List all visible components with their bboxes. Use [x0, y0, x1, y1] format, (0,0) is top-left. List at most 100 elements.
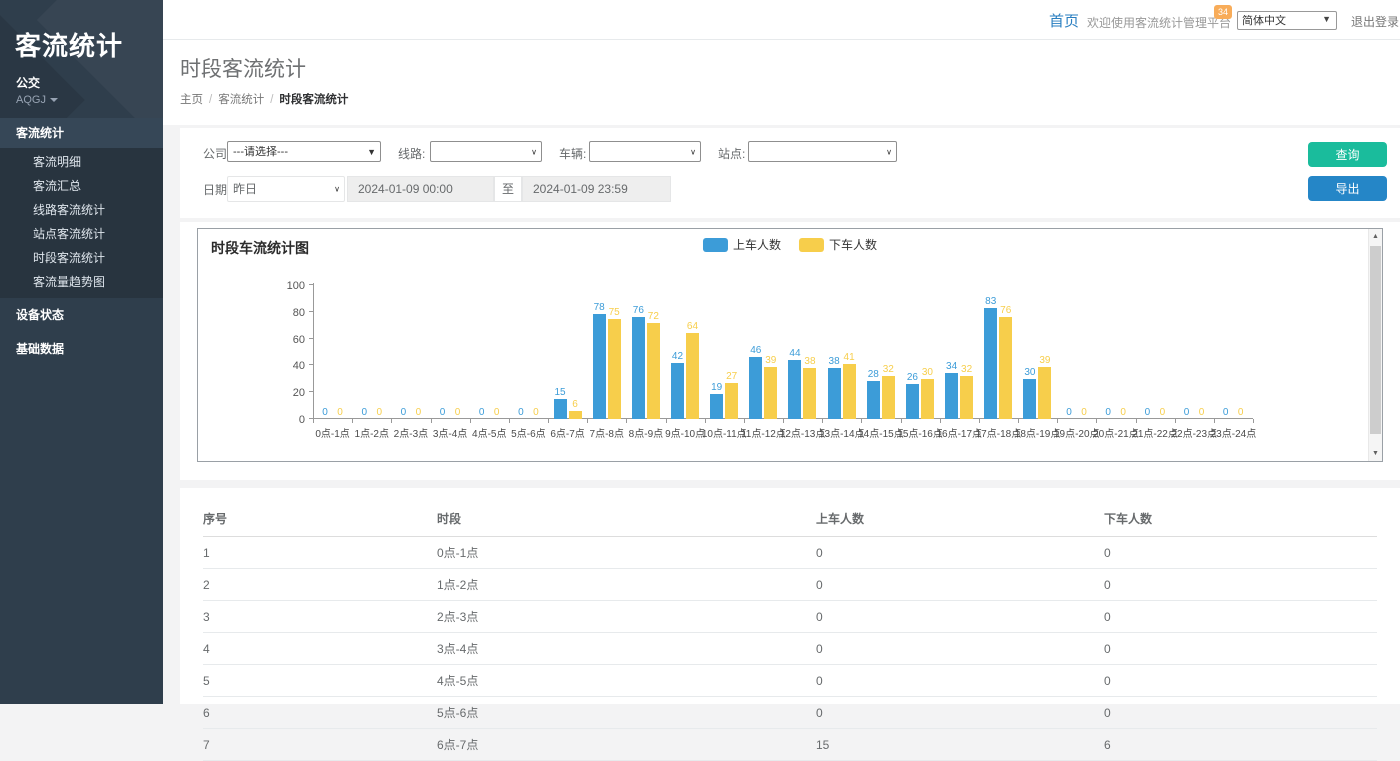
- language-select[interactable]: 简体中文: [1238, 12, 1336, 29]
- bar-value-label: 28: [868, 369, 879, 380]
- bar-group-20: 00: [1096, 279, 1135, 419]
- sidebar-section-2[interactable]: 基础数据: [0, 332, 163, 366]
- bar-value-label: 0: [1238, 407, 1244, 418]
- x-tick-mark: [861, 419, 862, 423]
- bar-value-label: 0: [1120, 407, 1126, 418]
- bar-value-label: 39: [1039, 355, 1050, 366]
- home-link[interactable]: 首页: [1049, 10, 1079, 31]
- table-row[interactable]: 65点-6点00: [203, 697, 1377, 729]
- line-select[interactable]: [431, 142, 541, 161]
- scrollbar-thumb[interactable]: [1370, 246, 1381, 434]
- bar: [749, 357, 762, 419]
- bar: [945, 373, 958, 419]
- company-select[interactable]: ---请选择---: [228, 142, 380, 161]
- x-tick-label: 7点-8点: [590, 425, 624, 440]
- bar-group-17: 8376: [979, 279, 1018, 419]
- table-row[interactable]: 76点-7点156: [203, 729, 1377, 761]
- bar-group-8: 7672: [626, 279, 665, 419]
- data-table: 序号时段上车人数下车人数 10点-1点0021点-2点0032点-3点0043点…: [203, 502, 1377, 761]
- bar: [882, 376, 895, 419]
- table-row[interactable]: 10点-1点00: [203, 537, 1377, 569]
- chart-bars: 0000000000001567875767242641927463944383…: [313, 279, 1253, 419]
- bar-group-10: 1927: [705, 279, 744, 419]
- x-tick-label: 1点-2点: [355, 425, 389, 440]
- sidebar-section-1[interactable]: 设备状态: [0, 298, 163, 332]
- bar-group-15: 2630: [900, 279, 939, 419]
- org-code-dropdown[interactable]: AQGJ: [0, 91, 163, 106]
- scroll-down-icon[interactable]: ▼: [1369, 446, 1382, 461]
- vehicle-select[interactable]: [590, 142, 700, 161]
- table-cell: 5点-6点: [437, 697, 816, 729]
- bar-group-5: 00: [509, 279, 548, 419]
- y-tick-mark: [309, 284, 313, 285]
- app-logo: 客流统计: [0, 0, 163, 63]
- table-cell: 0: [816, 697, 1104, 729]
- bar-group-21: 00: [1135, 279, 1174, 419]
- x-tick-mark: [901, 419, 902, 423]
- bar-value-label: 26: [907, 372, 918, 383]
- y-tick-mark: [309, 391, 313, 392]
- sidebar-submenu: 客流明细客流汇总线路客流统计站点客流统计时段客流统计客流量趋势图: [0, 148, 163, 298]
- bar-value-label: 38: [804, 356, 815, 367]
- breadcrumb-home[interactable]: 主页: [180, 94, 203, 106]
- legend-item[interactable]: 上车人数: [703, 236, 781, 253]
- station-select[interactable]: [749, 142, 896, 161]
- bar-group-12: 44 38: [783, 279, 822, 419]
- table-header-cell: 上车人数: [816, 502, 1104, 537]
- table-cell: 0: [1104, 569, 1377, 601]
- sidebar-subitem-0-0[interactable]: 客流明细: [0, 150, 163, 174]
- x-tick-mark: [1018, 419, 1019, 423]
- x-tick-mark: [509, 419, 510, 423]
- x-tick-label: 10点-11点: [702, 425, 747, 440]
- sidebar-subitem-0-5[interactable]: 客流量趋势图: [0, 270, 163, 294]
- chart-plot: 0000000000001567875767242641927463944383…: [313, 279, 1253, 419]
- table-row[interactable]: 54点-5点00: [203, 665, 1377, 697]
- bar-value-label: 41: [844, 352, 855, 363]
- date-preset-select[interactable]: 昨日: [228, 177, 344, 201]
- legend-swatch: [703, 238, 728, 252]
- y-tick-label: 80: [265, 307, 305, 319]
- date-to-label: 至: [494, 176, 522, 202]
- topbar: 首页 欢迎使用客流统计管理平台 34 简体中文 ▼ 退出登录: [163, 0, 1400, 40]
- logout-link[interactable]: 退出登录: [1351, 13, 1399, 30]
- table-header-cell: 时段: [437, 502, 816, 537]
- table-header-cell: 序号: [203, 502, 437, 537]
- bar-value-label: 44: [789, 348, 800, 359]
- y-tick-mark: [309, 338, 313, 339]
- x-tick-mark: [1096, 419, 1097, 423]
- table-cell: 0点-1点: [437, 537, 816, 569]
- table-row[interactable]: 21点-2点00: [203, 569, 1377, 601]
- chevron-down-icon: [50, 98, 58, 102]
- chart-scrollbar[interactable]: ▲ ▼: [1368, 229, 1382, 461]
- bar: [647, 323, 660, 419]
- table-cell: 3点-4点: [437, 633, 816, 665]
- breadcrumb-section[interactable]: 客流统计: [218, 94, 264, 106]
- sidebar-section-0[interactable]: 客流统计: [0, 118, 163, 148]
- sidebar-subitem-0-2[interactable]: 线路客流统计: [0, 198, 163, 222]
- search-button[interactable]: 查询: [1308, 142, 1387, 167]
- scroll-up-icon[interactable]: ▲: [1369, 229, 1382, 244]
- table-cell: 0: [1104, 665, 1377, 697]
- bar: [999, 317, 1012, 419]
- table-cell: 1: [203, 537, 437, 569]
- bar: [867, 381, 880, 419]
- x-tick-label: 2点-3点: [394, 425, 428, 440]
- bar-group-11: 4639: [744, 279, 783, 419]
- y-tick-mark: [309, 364, 313, 365]
- table-row[interactable]: 43点-4点00: [203, 633, 1377, 665]
- export-button[interactable]: 导出: [1308, 176, 1387, 201]
- bar: [843, 364, 856, 419]
- table-header-row: 序号时段上车人数下车人数: [203, 502, 1377, 537]
- bar-value-label: 0: [533, 407, 539, 418]
- bar-value-label: 32: [961, 364, 972, 375]
- x-tick-mark: [626, 419, 627, 423]
- sidebar-subitem-0-3[interactable]: 站点客流统计: [0, 222, 163, 246]
- x-tick-mark: [1175, 419, 1176, 423]
- date-to-input[interactable]: [522, 176, 671, 202]
- table-row[interactable]: 32点-3点00: [203, 601, 1377, 633]
- date-from-input[interactable]: [347, 176, 494, 202]
- bar-value-label: 76: [1000, 305, 1011, 316]
- sidebar-subitem-0-4[interactable]: 时段客流统计: [0, 246, 163, 270]
- legend-item[interactable]: 下车人数: [799, 236, 877, 253]
- sidebar-subitem-0-1[interactable]: 客流汇总: [0, 174, 163, 198]
